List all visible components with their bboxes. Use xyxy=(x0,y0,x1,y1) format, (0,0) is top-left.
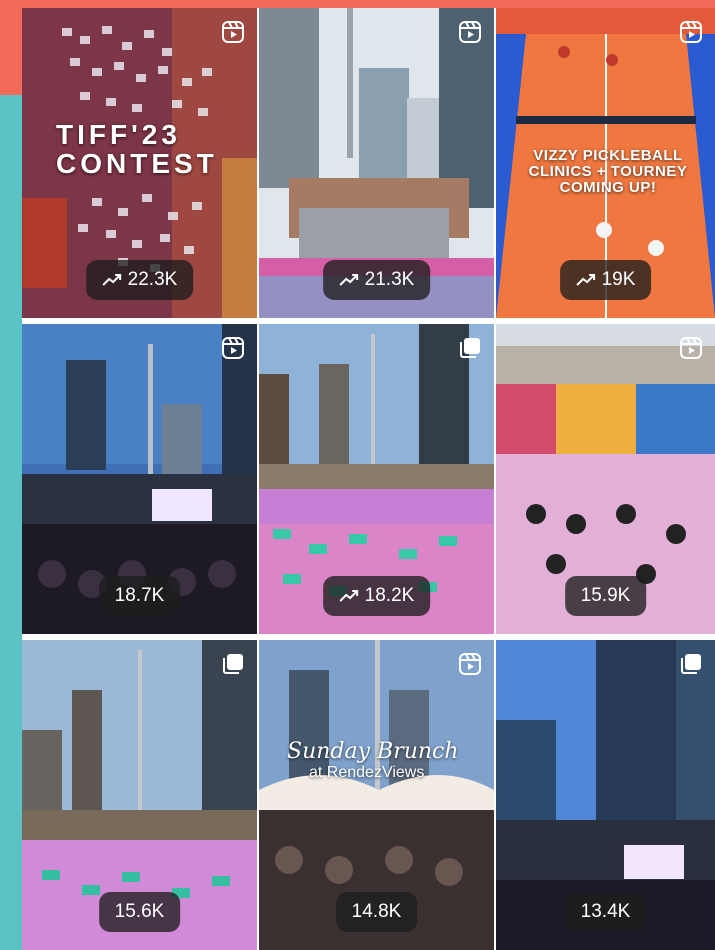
views-count: 18.7K xyxy=(114,585,165,606)
post-tile-6[interactable]: 15.9K xyxy=(496,324,715,634)
trending-up-icon xyxy=(338,274,358,286)
views-badge: 13.4K xyxy=(564,892,647,932)
carousel-icon xyxy=(223,654,243,674)
reel-icon xyxy=(459,653,481,675)
post-caption: TIFF'23 CONTEST xyxy=(56,119,218,180)
views-count: 19K xyxy=(601,269,636,290)
reel-icon xyxy=(680,337,702,359)
post-caption-subtitle: at RendezViews xyxy=(309,764,425,782)
views-count: 15.9K xyxy=(580,585,631,606)
post-tile-5[interactable]: 18.2K xyxy=(259,324,494,634)
reel-icon xyxy=(459,21,481,43)
post-tile-1[interactable]: TIFF'23 CONTEST 22.3K xyxy=(22,8,257,318)
views-badge: 14.8K xyxy=(335,892,418,932)
views-count: 13.4K xyxy=(580,901,631,922)
background-teal-band xyxy=(0,95,22,950)
post-tile-7[interactable]: 15.6K xyxy=(22,640,257,950)
views-badge: 18.2K xyxy=(322,576,431,616)
trending-up-icon xyxy=(101,274,121,286)
carousel-icon xyxy=(460,338,480,358)
reel-icon xyxy=(222,337,244,359)
views-count: 18.2K xyxy=(364,585,415,606)
views-count: 15.6K xyxy=(114,901,165,922)
post-caption: VIZZY PICKLEBALL CLINICS + TOURNEY COMIN… xyxy=(528,147,688,196)
views-badge: 15.6K xyxy=(98,892,181,932)
post-tile-2[interactable]: 21.3K xyxy=(259,8,494,318)
views-count: 22.3K xyxy=(127,269,178,290)
views-badge: 15.9K xyxy=(564,576,647,616)
post-tile-3[interactable]: VIZZY PICKLEBALL CLINICS + TOURNEY COMIN… xyxy=(496,8,715,318)
views-count: 21.3K xyxy=(364,269,415,290)
post-tile-9[interactable]: 13.4K xyxy=(496,640,715,950)
post-tile-4[interactable]: 18.7K xyxy=(22,324,257,634)
post-caption-title: Sunday Brunch xyxy=(287,739,459,764)
reel-icon xyxy=(680,21,702,43)
trending-up-icon xyxy=(575,274,595,286)
views-badge: 22.3K xyxy=(85,260,194,300)
views-badge: 21.3K xyxy=(322,260,431,300)
views-badge: 19K xyxy=(559,260,652,300)
post-caption: Sunday Brunch at RendezViews xyxy=(287,740,459,782)
reel-icon xyxy=(222,21,244,43)
carousel-icon xyxy=(681,654,701,674)
trending-up-icon xyxy=(338,590,358,602)
post-tile-8[interactable]: Sunday Brunch at RendezViews 14.8K xyxy=(259,640,494,950)
views-count: 14.8K xyxy=(351,901,402,922)
post-grid: TIFF'23 CONTEST 22.3K 21.3K VIZZY PICKLE… xyxy=(22,8,715,950)
views-badge: 18.7K xyxy=(98,576,181,616)
